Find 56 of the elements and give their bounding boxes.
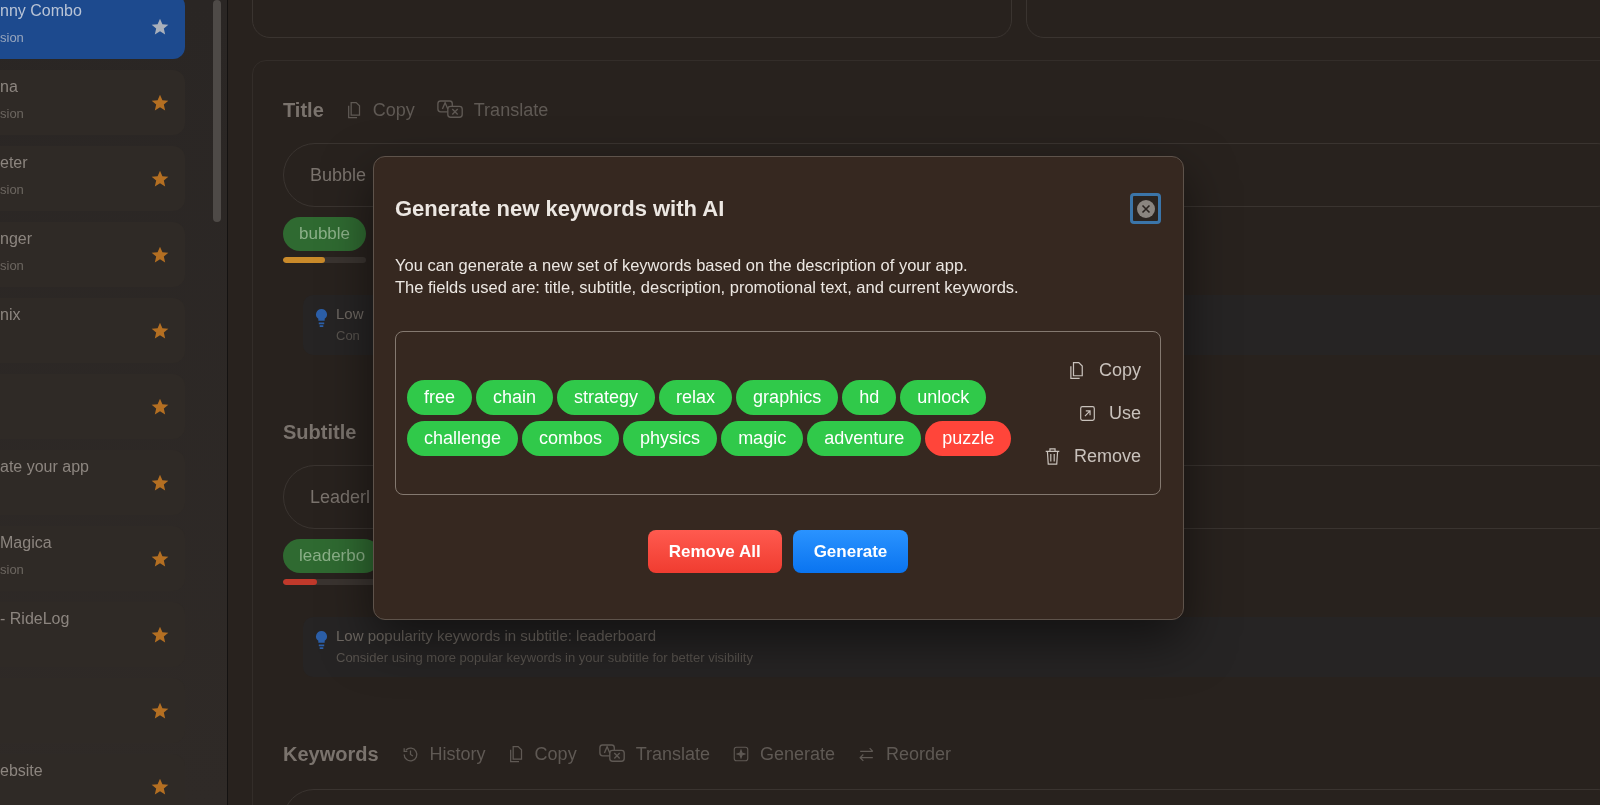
sidebar-item[interactable]: eter sion bbox=[0, 146, 185, 211]
app-name: nny Combo bbox=[0, 2, 82, 20]
keyword-chip[interactable]: chain bbox=[476, 380, 554, 415]
app-name: Magica bbox=[0, 534, 52, 552]
keyword-chip[interactable]: challenge bbox=[407, 421, 519, 456]
app-name: - RideLog bbox=[0, 610, 70, 628]
remove-all-button[interactable]: Remove All bbox=[647, 530, 782, 573]
sidebar-item[interactable]: na sion bbox=[0, 70, 185, 135]
app-subtitle: sion bbox=[0, 258, 25, 273]
scrollbar[interactable] bbox=[213, 0, 221, 222]
keyword-chip[interactable]: relax bbox=[659, 380, 733, 415]
keyword-chip[interactable]: adventure bbox=[807, 421, 922, 456]
arrow-square-icon bbox=[1079, 404, 1096, 422]
keyword-chip[interactable]: combos bbox=[522, 421, 620, 456]
app-subtitle: sion bbox=[0, 30, 25, 45]
copy-icon bbox=[507, 744, 525, 764]
close-button[interactable] bbox=[1130, 193, 1161, 224]
section-title: Subtitle bbox=[283, 420, 357, 444]
app-name: na bbox=[0, 78, 19, 96]
keyword-chip[interactable]: strategy bbox=[557, 380, 656, 415]
close-icon bbox=[1135, 198, 1156, 219]
description-text: The fields used are: title, subtitle, description, promotional text, and current keywords. bbox=[395, 277, 1020, 298]
sparkle-icon bbox=[732, 745, 750, 763]
keyword-chip[interactable]: free bbox=[407, 380, 473, 415]
trash-icon bbox=[1043, 446, 1061, 466]
action-button[interactable]: Remove bbox=[1043, 445, 1141, 467]
keyword-chip[interactable]: bubble bbox=[283, 217, 367, 251]
keyword-chip[interactable]: puzzle bbox=[925, 421, 1012, 456]
sidebar-item[interactable]: nny Combo sion bbox=[0, 0, 185, 59]
app-name: ate your app bbox=[0, 458, 89, 476]
generate-button[interactable]: Generate bbox=[792, 530, 909, 573]
action-button[interactable]: Use bbox=[1079, 402, 1141, 424]
app-subtitle: sion bbox=[0, 106, 24, 121]
description-text: You can generate a new set of keywords based on the description of your app. bbox=[395, 255, 969, 276]
section-title: Keywords bbox=[283, 742, 379, 766]
lightbulb-icon bbox=[315, 308, 328, 328]
translate-icon bbox=[436, 100, 464, 120]
tip-title: Low bbox=[336, 305, 364, 322]
keyword-chip[interactable]: unlock bbox=[900, 380, 987, 415]
app-name: nger bbox=[0, 230, 33, 248]
app-name: eter bbox=[0, 154, 28, 172]
keyword-chip[interactable]: graphics bbox=[736, 380, 839, 415]
app-name: ebsite bbox=[0, 762, 43, 780]
section-title: Title bbox=[283, 98, 324, 122]
app-name: nix bbox=[0, 306, 21, 324]
keyword-chip[interactable]: hd bbox=[842, 380, 897, 415]
app-subtitle: sion bbox=[0, 562, 25, 577]
lightbulb-icon bbox=[315, 630, 328, 650]
translate-icon bbox=[598, 744, 626, 764]
keyword-chip[interactable]: magic bbox=[721, 421, 804, 456]
app-subtitle: sion bbox=[0, 182, 25, 197]
action-button[interactable]: Copy bbox=[1067, 359, 1141, 381]
copy-icon bbox=[1067, 359, 1086, 381]
copy-icon bbox=[345, 100, 363, 120]
keyword-chip[interactable]: physics bbox=[623, 421, 718, 456]
sidebar-item[interactable]: nger sion bbox=[0, 222, 185, 287]
